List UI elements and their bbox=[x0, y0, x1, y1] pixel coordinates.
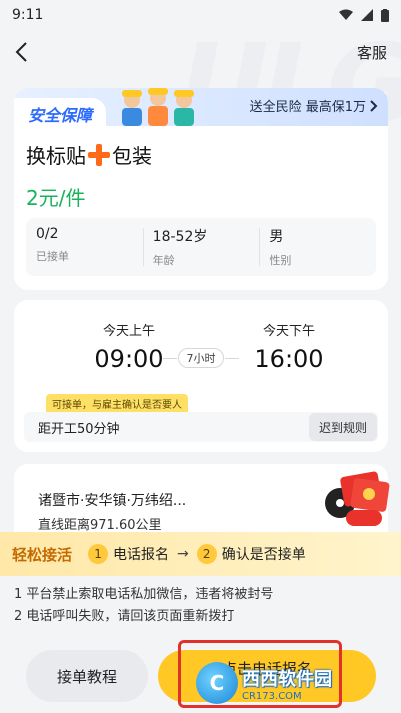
end-time: 16:00 bbox=[254, 345, 324, 373]
availability-notice: 可接单，与雇主确认是否要人 bbox=[46, 394, 188, 412]
step-1-text: 电话报名 bbox=[113, 547, 170, 563]
watermark-text: 西西软件园 CR173.COM bbox=[242, 665, 332, 702]
start-countdown-row: 距开工50分钟 迟到规则 bbox=[24, 412, 378, 442]
chevron-left-icon bbox=[15, 42, 27, 62]
step-2-badge: 2 bbox=[196, 544, 217, 564]
workers-illustration bbox=[114, 88, 204, 126]
plus-icon bbox=[87, 143, 111, 167]
job-stats: 0/2 已接单 18-52岁 年龄 男 性别 bbox=[26, 218, 376, 276]
duration-badge: 7小时 bbox=[163, 348, 239, 368]
rule-item: 2 电话呼叫失败，请回该页面重新拨打 bbox=[14, 609, 235, 624]
job-price: 2元/件 bbox=[26, 186, 86, 210]
rules-list: 1 平台禁止索取电话私加微信，违者将被封号 2 电话呼叫失败，请回该页面重新拨打 bbox=[14, 584, 273, 628]
stat-accepted: 0/2 已接单 bbox=[26, 218, 143, 276]
stat-value: 0/2 bbox=[36, 226, 59, 242]
work-address: 诸暨市·安华镇·万纬绍... bbox=[38, 493, 187, 509]
customer-service-link[interactable]: 客服 bbox=[357, 42, 387, 63]
top-nav: 客服 bbox=[0, 34, 401, 70]
insurance-promo[interactable]: 送全民险 最高保1万 bbox=[250, 96, 378, 115]
step-1-badge: 1 bbox=[88, 544, 109, 564]
start-countdown: 距开工50分钟 bbox=[38, 421, 120, 437]
watermark-site: CR173.COM bbox=[242, 690, 302, 702]
stat-label: 年龄 bbox=[152, 254, 175, 267]
safety-guarantee-tag: 安全保障 bbox=[14, 98, 106, 130]
stat-value: 18-52岁 bbox=[152, 229, 208, 245]
rule-item: 1 平台禁止索取电话私加微信，违者将被封号 bbox=[14, 587, 274, 602]
stat-gender: 男 性别 bbox=[259, 218, 376, 276]
easy-apply-banner: 轻松接活 1 电话报名 → 2 确认是否接单 bbox=[0, 532, 401, 576]
arrow-right-icon: → bbox=[177, 546, 189, 562]
job-title-part1: 换标贴 bbox=[26, 144, 86, 168]
schedule-card: 今天上午 09:00 7小时 今天下午 16:00 可接单，与雇主确认是否要人 … bbox=[14, 300, 388, 452]
start-time-block: 今天上午 09:00 bbox=[74, 320, 184, 373]
end-day: 今天下午 bbox=[262, 324, 315, 339]
chevron-right-icon bbox=[370, 99, 378, 112]
red-packet-icon bbox=[340, 471, 390, 526]
stat-value: 男 bbox=[269, 229, 284, 245]
insurance-promo-text: 送全民险 最高保1万 bbox=[249, 100, 366, 115]
step-2-text: 确认是否接单 bbox=[221, 547, 306, 563]
stat-label: 已接单 bbox=[36, 250, 69, 263]
stat-age: 18-52岁 年龄 bbox=[142, 218, 260, 276]
watermark-name: 西西软件园 bbox=[242, 668, 332, 690]
job-info-card: 送全民险 最高保1万 安全保障 换标贴 包装 2元/件 0/2 已接单 18-5… bbox=[14, 88, 388, 290]
red-packet-share[interactable] bbox=[336, 466, 392, 532]
stat-label: 性别 bbox=[269, 254, 292, 267]
distance: 直线距离971.60公里 bbox=[38, 518, 162, 533]
start-day: 今天上午 bbox=[102, 324, 155, 339]
job-title: 换标贴 包装 bbox=[26, 140, 152, 169]
late-rules-button[interactable]: 迟到规则 bbox=[308, 413, 377, 441]
back-button[interactable] bbox=[14, 41, 36, 63]
easy-apply-title: 轻松接活 bbox=[12, 545, 73, 564]
watermark-logo: C bbox=[196, 662, 238, 704]
tutorial-button[interactable]: 接单教程 bbox=[26, 650, 148, 702]
job-title-part2: 包装 bbox=[112, 144, 152, 168]
site-watermark: C 西西软件园 CR173.COM bbox=[196, 662, 376, 704]
end-time-block: 今天下午 16:00 bbox=[234, 320, 344, 373]
start-time: 09:00 bbox=[94, 345, 164, 373]
